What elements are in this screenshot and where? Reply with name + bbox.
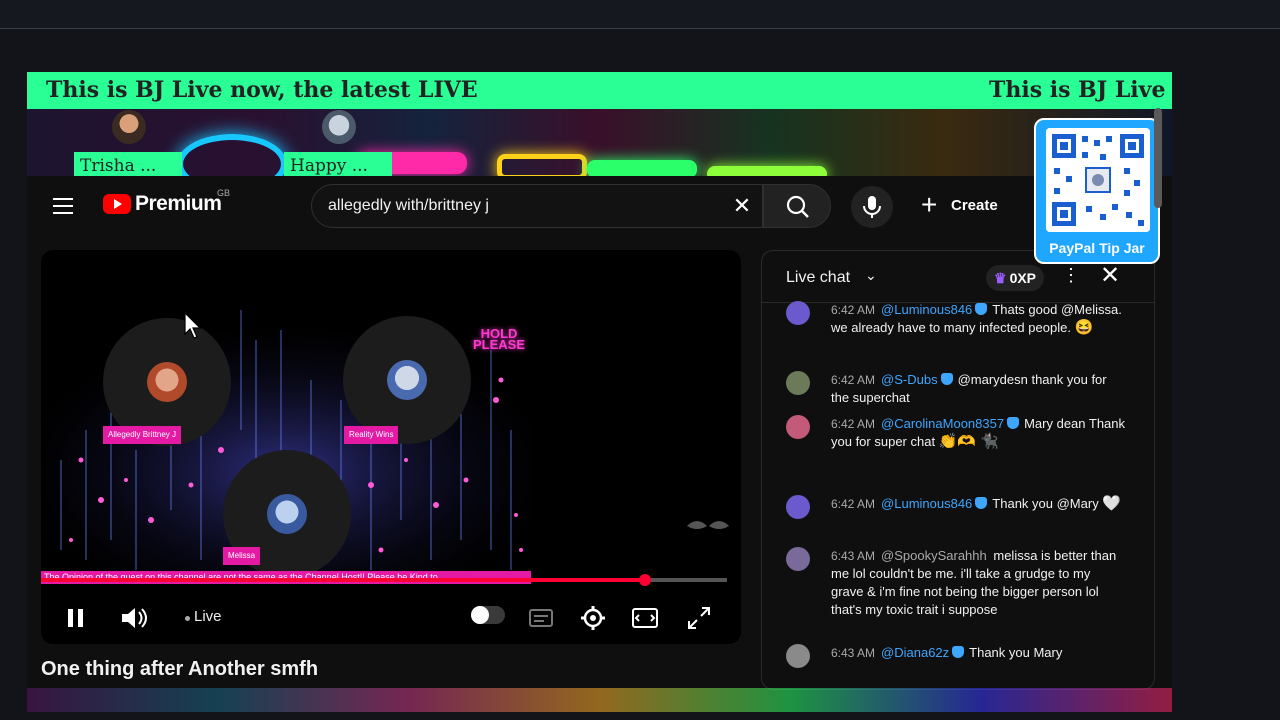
eyes-watermark-icon (687, 521, 729, 529)
microphone-icon (863, 196, 881, 218)
video-title: One thing after Another smfh (41, 658, 319, 680)
message-author[interactable]: @SpookySarahhh (881, 548, 987, 563)
message-time: 6:42 AM (831, 417, 876, 431)
member-badge-icon (952, 646, 965, 658)
logo-region: GB (217, 188, 231, 198)
progress-fill (41, 578, 645, 582)
message-text: Thank you Mary (969, 645, 1063, 660)
message-text: Thank you @Mary (992, 496, 1099, 511)
chevron-down-icon[interactable]: ⌄ (865, 267, 877, 284)
message-time: 6:42 AM (831, 497, 876, 511)
plus-icon: + (921, 189, 938, 220)
browser-top-strip (0, 0, 1280, 29)
search-button[interactable] (763, 184, 831, 228)
please-text: PLEASE (473, 337, 526, 352)
member-badge-icon (1007, 417, 1020, 429)
hold-please-sign: HOLD PLEASE (473, 327, 526, 352)
guest-card: Happy ... (284, 108, 394, 182)
ticker-text-repeat: This is BJ Live (989, 77, 1166, 103)
message-time: 6:43 AM (831, 646, 876, 660)
mouse-cursor-icon (184, 312, 202, 339)
fullscreen-icon[interactable] (685, 600, 713, 636)
create-label: Create (951, 197, 998, 214)
youtube-logo-icon[interactable] (103, 194, 131, 214)
guest-tag: Allegedly Brittney J (103, 426, 182, 444)
gear-icon[interactable] (579, 600, 607, 636)
avatar (267, 494, 307, 534)
chat-message-list: 6:42 AM @Luminous846 Thats good @Melissa. … (762, 301, 1154, 689)
guest-circle (343, 316, 471, 444)
avatar[interactable] (786, 495, 810, 519)
search-input[interactable]: allegedly with/brittney j ✕ (311, 184, 763, 228)
neon-background-bottom (27, 688, 1172, 712)
message-body: 6:42 AM @Luminous846 Thank you @Mary 🤍 (831, 495, 1126, 513)
message-author[interactable]: @Diana62z (881, 645, 949, 660)
volume-icon[interactable] (119, 600, 149, 636)
ticker-text: This is BJ Live now, the latest LIVE (46, 77, 478, 103)
voice-search-button[interactable] (851, 186, 893, 228)
search-icon (786, 195, 809, 218)
guest-card: Trisha ... (74, 108, 184, 182)
avatar[interactable] (786, 415, 810, 439)
message-author[interactable]: @S-Dubs (881, 372, 938, 387)
member-badge-icon (975, 497, 988, 509)
message-author[interactable]: @Luminous846 (881, 302, 972, 317)
message-author[interactable]: @Luminous846 (881, 496, 972, 511)
pause-icon[interactable] (63, 600, 89, 636)
more-options-icon[interactable]: ⋮ (1062, 265, 1080, 286)
message-time: 6:42 AM (831, 373, 876, 387)
paypal-qr-card[interactable]: PayPal Tip Jar (1034, 118, 1160, 264)
avatar (322, 110, 356, 144)
logo-text[interactable]: Premium (135, 192, 222, 216)
guest-tag: Reality Wins (344, 426, 399, 444)
progress-knob[interactable] (638, 574, 651, 586)
menu-icon[interactable] (53, 198, 73, 214)
chat-mode-selector[interactable]: Live chat (786, 269, 850, 287)
avatar[interactable] (786, 301, 810, 325)
message-body: 6:42 AM @CarolinaMoon8357 Mary dean Thank … (831, 415, 1126, 451)
video-player[interactable]: HOLD PLEASE Allegedly Brittney J Reality… (41, 250, 741, 644)
youtube-page: Premium GB allegedly with/brittney j ✕ +… (27, 176, 1172, 712)
avatar (387, 360, 427, 400)
qr-label: PayPal Tip Jar (1049, 240, 1145, 256)
avatar[interactable] (786, 371, 810, 395)
captions-icon[interactable] (527, 600, 555, 636)
message-body: 6:43 AM @Diana62z Thank you Mary (831, 644, 1126, 662)
qr-code-icon (1046, 128, 1150, 232)
xp-badge[interactable]: ♛ 0XP (986, 265, 1045, 291)
xp-label: 0XP (1009, 270, 1037, 286)
crown-icon: ♛ (994, 270, 1007, 286)
message-author[interactable]: @CarolinaMoon8357 (881, 416, 1004, 431)
progress-bar[interactable] (41, 574, 727, 586)
avatar (112, 110, 146, 144)
message-body: 6:43 AM @SpookySarahhh melissa is better … (831, 547, 1126, 619)
search-value[interactable]: allegedly with/brittney j (328, 197, 489, 215)
message-body: 6:42 AM @S-Dubs @marydesn thank you for th… (831, 371, 1126, 407)
message-time: 6:43 AM (831, 549, 876, 563)
guest-tag: Melissa (223, 547, 261, 565)
avatar[interactable] (786, 547, 810, 571)
stream-overlay: This is BJ Live now, the latest LIVE Thi… (27, 72, 1172, 712)
close-icon[interactable]: ✕ (730, 194, 754, 218)
message-body: 6:42 AM @Luminous846 Thats good @Melissa. … (831, 301, 1126, 337)
member-badge-icon (940, 373, 953, 385)
live-chat-panel: Live chat ⌄ ♛ 0XP ⋮ ✕ 6:42 AM @Luminous846… (761, 250, 1155, 690)
message-emoji: 🤍 (1102, 495, 1122, 512)
live-label[interactable]: Live (194, 608, 222, 625)
chat-scrollbar[interactable] (1154, 108, 1162, 208)
message-emoji: 😆 (1074, 319, 1094, 336)
close-icon[interactable]: ✕ (1100, 261, 1120, 290)
member-badge-icon (975, 303, 988, 315)
avatar (147, 362, 187, 402)
live-dot-icon (185, 616, 190, 621)
avatar[interactable] (786, 644, 810, 668)
message-time: 6:42 AM (831, 303, 876, 317)
ticker-banner: This is BJ Live now, the latest LIVE Thi… (27, 72, 1172, 109)
autoplay-toggle[interactable] (471, 606, 505, 624)
theater-mode-icon[interactable] (631, 600, 659, 636)
message-emoji: 👏🫶 🐈‍⬛ (938, 433, 999, 450)
create-button[interactable]: + Create (915, 188, 1005, 224)
